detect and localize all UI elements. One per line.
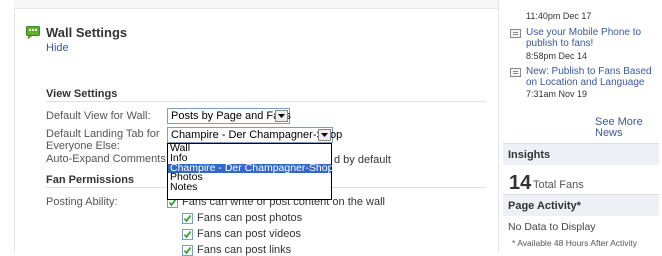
hide-link[interactable]: Hide bbox=[46, 42, 69, 54]
landing-tab-label-line2: Everyone Else: bbox=[46, 140, 120, 152]
availability-note: * Available 48 Hours After Activity bbox=[512, 238, 638, 248]
no-data-text: No Data to Display bbox=[508, 221, 596, 233]
landing-tab-dropdown[interactable]: Wall Info Champire - Der Champagner-Shop… bbox=[167, 143, 333, 200]
default-view-select[interactable]: Posts by Page and Fans bbox=[167, 108, 291, 124]
news-icon bbox=[510, 29, 521, 38]
news-time: 7:31am Nov 19 bbox=[526, 89, 588, 99]
landing-tab-select[interactable]: Champire - Der Champagner-Shop bbox=[167, 127, 342, 143]
news-link-mobile[interactable]: Use your Mobile Phone to publish to fans… bbox=[526, 27, 656, 49]
default-view-value: Posts by Page and Fans bbox=[171, 110, 291, 122]
posting-ability-label: Posting Ability: bbox=[46, 196, 118, 208]
fan-permissions-heading: Fan Permissions bbox=[46, 174, 135, 186]
main-area: Wall Settings Hide View Settings Default… bbox=[0, 0, 499, 256]
auto-expand-text: d by default bbox=[334, 154, 391, 166]
total-fans-label: Total Fans bbox=[533, 179, 584, 191]
auto-expand-label: Auto-Expand Comments: bbox=[46, 153, 169, 165]
fans-links-label: Fans can post links bbox=[197, 244, 292, 256]
view-settings-heading: View Settings bbox=[46, 88, 118, 100]
chevron-down-icon bbox=[275, 110, 288, 122]
fans-photos-label: Fans can post photos bbox=[197, 212, 303, 224]
dropdown-option[interactable]: Wall bbox=[168, 143, 331, 154]
total-fans-number: 14 bbox=[509, 172, 532, 194]
default-view-label: Default View for Wall: bbox=[46, 110, 151, 122]
dropdown-option[interactable]: Notes bbox=[168, 182, 331, 193]
fans-videos-label: Fans can post videos bbox=[197, 228, 301, 240]
checkbox-fans-photos[interactable] bbox=[182, 213, 193, 224]
sidebar: 11:40pm Dec 17 Use your Mobile Phone to … bbox=[498, 0, 662, 252]
insights-heading: Insights bbox=[503, 143, 659, 165]
checkbox-fans-videos[interactable] bbox=[182, 229, 193, 240]
news-time: 11:40pm Dec 17 bbox=[526, 11, 592, 21]
landing-tab-value: Champire - Der Champagner-Shop bbox=[171, 129, 343, 141]
divider bbox=[46, 101, 486, 102]
page-activity-heading: Page Activity* bbox=[503, 194, 659, 216]
news-time: 8:58pm Dec 14 bbox=[526, 51, 588, 61]
wall-settings-icon bbox=[26, 26, 40, 40]
wall-settings-title: Wall Settings bbox=[46, 25, 128, 40]
see-more-news-link[interactable]: See More News bbox=[595, 117, 662, 139]
checkbox-fans-links[interactable] bbox=[182, 245, 193, 256]
chevron-down-icon bbox=[318, 129, 331, 141]
landing-tab-label: Default Landing Tab for Everyone Else: bbox=[46, 128, 160, 152]
landing-tab-label-line1: Default Landing Tab for bbox=[46, 128, 160, 140]
news-link-publish[interactable]: New: Publish to Fans Based on Location a… bbox=[526, 66, 656, 88]
news-icon bbox=[510, 68, 521, 77]
